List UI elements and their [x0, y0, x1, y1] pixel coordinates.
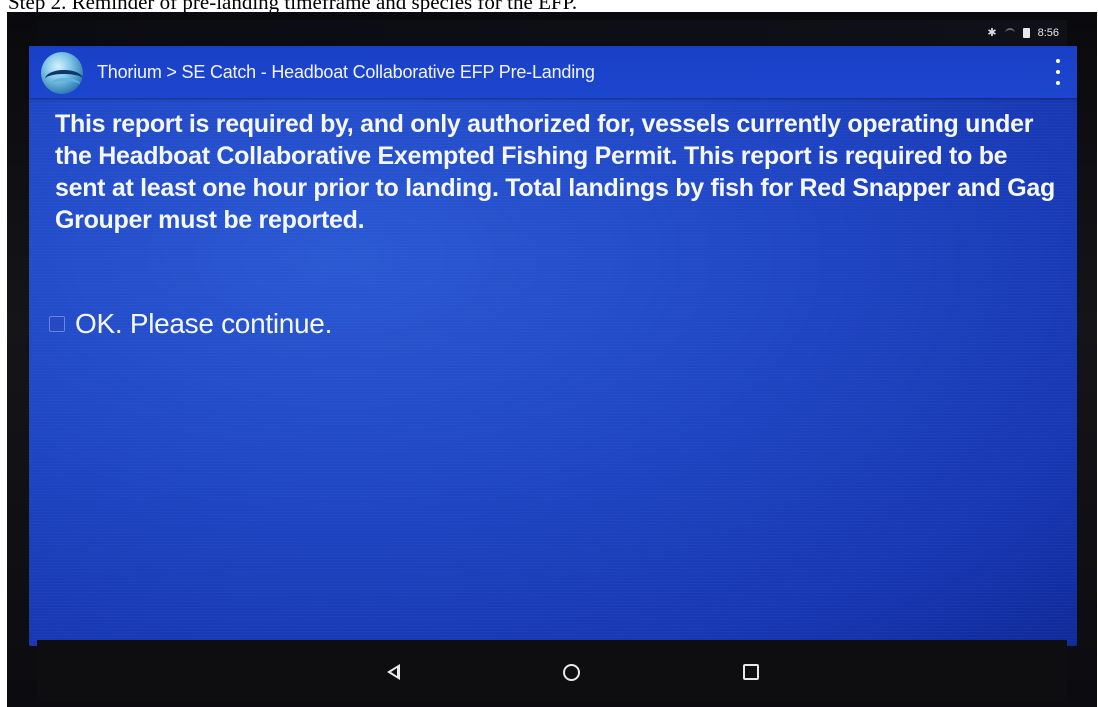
- status-bar: ✱ 8:56: [37, 20, 1067, 46]
- bluetooth-icon: ✱: [987, 27, 997, 39]
- app-title: Thorium > SE Catch - Headboat Collaborat…: [97, 62, 595, 82]
- recents-icon: [743, 664, 759, 680]
- recents-button[interactable]: [737, 658, 765, 686]
- continue-checkbox[interactable]: [49, 316, 65, 332]
- back-button[interactable]: [379, 658, 407, 686]
- menu-dot: [1056, 81, 1060, 85]
- report-requirement-message: This report is required by, and only aut…: [55, 110, 1055, 234]
- menu-dot: [1056, 70, 1060, 74]
- tablet-photo: ✱ 8:56 Thorium > SE Catch - Headboat Col…: [7, 12, 1097, 707]
- home-icon: [562, 663, 580, 681]
- continue-option[interactable]: OK. Please continue.: [49, 308, 332, 340]
- back-icon: [386, 664, 400, 680]
- figure-caption: Step 2. Reminder of pre-landing timefram…: [8, 0, 578, 14]
- app-screen: Thorium > SE Catch - Headboat Collaborat…: [29, 46, 1077, 646]
- battery-icon: [1022, 27, 1030, 38]
- menu-dot: [1056, 59, 1060, 63]
- app-bar: Thorium > SE Catch - Headboat Collaborat…: [29, 46, 1077, 98]
- navigation-bar: [37, 640, 1067, 702]
- thorium-logo-icon[interactable]: [41, 52, 83, 94]
- home-button[interactable]: [557, 658, 585, 686]
- status-time: 8:56: [1037, 26, 1059, 39]
- continue-label[interactable]: OK. Please continue.: [75, 308, 332, 340]
- status-icons: ✱ 8:56: [987, 26, 1059, 40]
- overflow-menu-icon[interactable]: [1053, 59, 1063, 85]
- wifi-icon: [1004, 27, 1015, 38]
